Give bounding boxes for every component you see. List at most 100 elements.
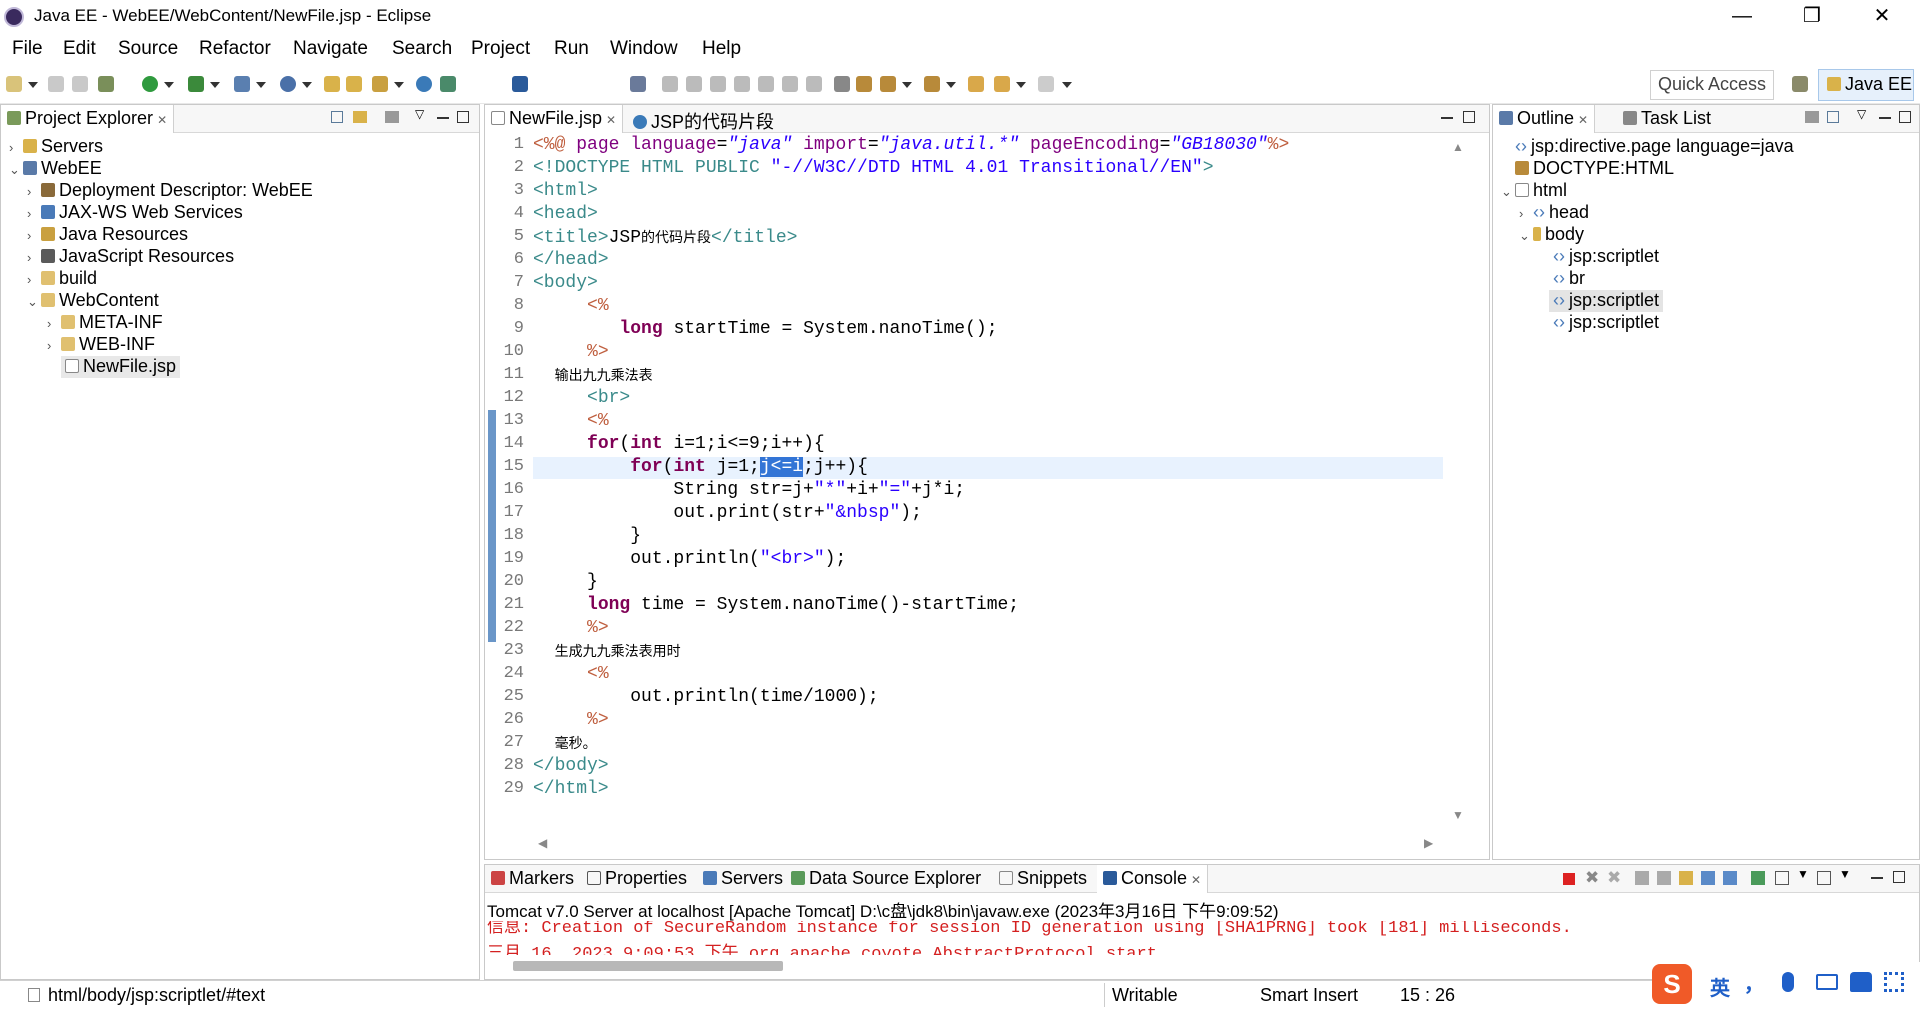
tab-servers[interactable]: Servers — [697, 865, 789, 893]
menu-navigate[interactable]: Navigate — [293, 38, 368, 60]
new-dropdown-icon[interactable] — [28, 82, 38, 88]
new-server-icon[interactable] — [234, 76, 250, 92]
outline-item-scriptlet-selected[interactable]: ‹› jsp:scriptlet — [1549, 290, 1664, 312]
outline-item-head[interactable]: › ‹› head — [1519, 202, 1589, 224]
outline-item-scriptlet[interactable]: ‹› jsp:scriptlet — [1553, 246, 1659, 268]
tab-markers[interactable]: Markers — [485, 865, 580, 893]
annotation-dropdown-icon[interactable] — [902, 82, 912, 88]
back-history-icon[interactable] — [994, 76, 1010, 92]
external-tools-icon[interactable] — [188, 76, 204, 92]
last-edit-dropdown-icon[interactable] — [946, 82, 956, 88]
forward-icon[interactable] — [1038, 76, 1054, 92]
console-output[interactable]: 信息: Creation of SecureRandom instance fo… — [487, 921, 1917, 955]
back-icon[interactable] — [968, 76, 984, 92]
chevron-right-icon[interactable]: › — [47, 316, 61, 331]
view-menu-icon[interactable]: ▽ — [415, 107, 424, 121]
forward-dropdown-icon[interactable] — [1062, 82, 1072, 88]
server-dropdown-icon[interactable] — [256, 82, 266, 88]
deploy-icon[interactable] — [440, 76, 456, 92]
menu-search[interactable]: Search — [392, 38, 452, 60]
chevron-down-icon[interactable]: ⌄ — [1501, 184, 1515, 200]
menu-run[interactable]: Run — [554, 38, 589, 60]
last-edit-icon[interactable] — [924, 76, 940, 92]
run-dropdown-icon[interactable] — [164, 82, 174, 88]
chevron-down-icon[interactable]: ⌄ — [1519, 228, 1533, 244]
show-stdout-icon[interactable] — [1701, 871, 1715, 885]
close-icon[interactable]: ✕ — [1578, 113, 1588, 127]
skin-icon[interactable] — [1850, 972, 1872, 992]
terminate-icon[interactable] — [1563, 873, 1575, 885]
close-icon[interactable]: ✕ — [1191, 873, 1201, 887]
tab-newfile-jsp[interactable]: NewFile.jsp ✕ — [485, 105, 624, 133]
prev-annotation-icon[interactable] — [880, 76, 896, 92]
open-type-icon[interactable] — [324, 76, 340, 92]
chevron-right-icon[interactable]: › — [27, 184, 41, 199]
filter-icon[interactable] — [385, 111, 399, 123]
chevron-right-icon[interactable]: › — [27, 228, 41, 243]
next-annotation-icon[interactable] — [856, 76, 872, 92]
new-class-icon[interactable] — [280, 76, 296, 92]
sogou-logo-icon[interactable]: S — [1652, 964, 1692, 1004]
close-button[interactable]: ✕ — [1854, 0, 1910, 34]
tab-console[interactable]: Console ✕ — [1097, 865, 1209, 893]
tree-item-build[interactable]: › build — [27, 268, 97, 290]
horizontal-scrollbar[interactable] — [513, 961, 783, 971]
scroll-left-icon[interactable]: ◀ — [538, 836, 547, 850]
open-resource-icon[interactable] — [346, 76, 362, 92]
toggle-mark-icon[interactable] — [834, 76, 850, 92]
minimize-view-icon[interactable] — [1441, 117, 1453, 119]
minimize-view-icon[interactable] — [1871, 877, 1883, 879]
step-return-icon[interactable] — [806, 76, 822, 92]
debug-icon[interactable] — [98, 76, 114, 92]
search-dropdown-icon[interactable] — [394, 82, 404, 88]
new-icon[interactable] — [6, 76, 22, 92]
clear-console-icon[interactable] — [1635, 871, 1649, 885]
maximize-view-icon[interactable] — [1463, 111, 1475, 123]
microphone-icon[interactable] — [1782, 972, 1794, 992]
ime-punctuation-toggle[interactable]: ， — [1744, 968, 1764, 997]
terminate-icon[interactable] — [710, 76, 726, 92]
disconnect-icon[interactable] — [734, 76, 750, 92]
maximize-button[interactable]: ❐ — [1784, 0, 1840, 34]
link-editor-icon[interactable] — [353, 111, 367, 123]
outline-item-body[interactable]: ⌄ body — [1519, 224, 1584, 246]
collapse-all-icon[interactable] — [331, 111, 343, 123]
display-console-icon[interactable] — [1775, 871, 1789, 885]
view-menu-icon[interactable]: ▽ — [1857, 107, 1866, 121]
tab-data-source-explorer[interactable]: Data Source Explorer — [785, 865, 987, 893]
chevron-right-icon[interactable]: › — [47, 338, 61, 353]
chevron-right-icon[interactable]: › — [27, 206, 41, 221]
chevron-down-icon[interactable]: ⌄ — [9, 162, 23, 178]
display-dropdown-icon[interactable]: ▼ — [1797, 867, 1809, 881]
ime-language-toggle[interactable]: 英 — [1710, 972, 1730, 1001]
tab-outline[interactable]: Outline ✕ — [1493, 105, 1596, 133]
maximize-view-icon[interactable] — [1899, 111, 1911, 123]
minimize-button[interactable]: — — [1714, 0, 1770, 34]
open-perspective-icon[interactable] — [1792, 76, 1808, 92]
maximize-view-icon[interactable] — [457, 111, 469, 123]
remove-launch-icon[interactable]: ✖ — [1585, 868, 1599, 888]
web-browser-icon[interactable] — [416, 76, 432, 92]
chevron-right-icon[interactable]: › — [1519, 206, 1533, 221]
back-dropdown-icon[interactable] — [1016, 82, 1026, 88]
step-into-icon[interactable] — [758, 76, 774, 92]
outline-item-scriptlet[interactable]: ‹› jsp:scriptlet — [1553, 312, 1659, 334]
maximize-view-icon[interactable] — [1893, 871, 1905, 883]
resume-icon[interactable] — [662, 76, 678, 92]
outline-item-br[interactable]: ‹› br — [1553, 268, 1585, 290]
menu-project[interactable]: Project — [471, 38, 530, 60]
tree-item-deployment-descriptor[interactable]: › Deployment Descriptor: WebEE — [27, 180, 313, 202]
tab-jsp-snippet[interactable]: JSP的代码片段 — [627, 105, 780, 133]
menu-help[interactable]: Help — [702, 38, 741, 60]
save-all-icon[interactable] — [72, 76, 88, 92]
quick-access-field[interactable]: Quick Access — [1650, 70, 1774, 100]
tree-item-jax-ws[interactable]: › JAX-WS Web Services — [27, 202, 243, 224]
tab-snippets[interactable]: Snippets — [993, 865, 1093, 893]
word-wrap-icon[interactable] — [1679, 871, 1693, 885]
suspend-icon[interactable] — [686, 76, 702, 92]
tab-properties[interactable]: Properties — [581, 865, 693, 893]
class-dropdown-icon[interactable] — [302, 82, 312, 88]
menu-source[interactable]: Source — [118, 38, 178, 60]
minimize-view-icon[interactable] — [1879, 117, 1891, 119]
tab-task-list[interactable]: Task List — [1617, 105, 1717, 133]
